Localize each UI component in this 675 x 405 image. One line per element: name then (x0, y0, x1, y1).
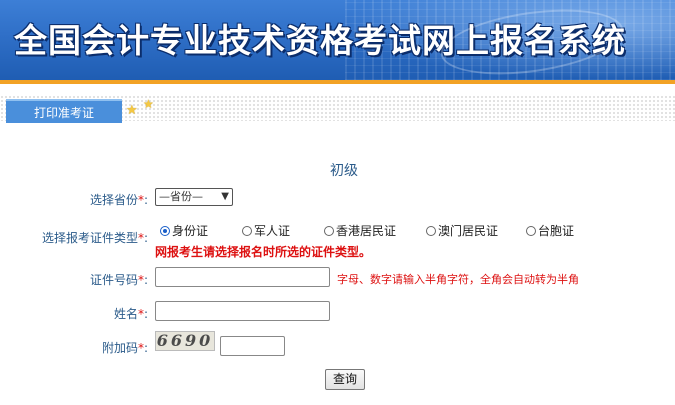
radio-button-selected[interactable] (160, 226, 170, 236)
radio-taiwan-compatriot[interactable]: 台胞证 (526, 222, 574, 239)
radio-macau-resident[interactable]: 澳门居民证 (426, 222, 498, 239)
radio-button[interactable] (324, 226, 334, 236)
tab-print-admission-ticket[interactable]: 打印准考证 (6, 99, 122, 123)
name-label: 姓名*: (113, 307, 148, 321)
radio-hong-kong-resident[interactable]: 香港居民证 (324, 222, 396, 239)
captcha-image[interactable]: 6690 (155, 331, 215, 351)
radio-button[interactable] (526, 226, 536, 236)
captcha-input[interactable] (220, 336, 285, 356)
id-number-label: 证件号码*: (89, 273, 148, 287)
star-icon: ★ (143, 97, 154, 111)
id-number-input[interactable] (155, 267, 330, 287)
site-title: 全国会计专业技术资格考试网上报名系统 (14, 21, 626, 60)
radio-button[interactable] (242, 226, 252, 236)
captcha-label: 附加码*: (101, 341, 148, 355)
radio-id-card[interactable]: 身份证 (160, 222, 208, 239)
id-type-label: 选择报考证件类型*: (41, 231, 148, 245)
province-select-value: —省份— (159, 190, 203, 203)
id-number-hint: 字母、数字请输入半角字符，全角会自动转为半角 (337, 273, 579, 286)
star-icon: ★ (126, 103, 138, 118)
header-divider (0, 80, 675, 84)
province-label: 选择省份*: (89, 193, 148, 207)
header-banner: 全国会计专业技术资格考试网上报名系统 (0, 0, 675, 80)
name-input[interactable] (155, 301, 330, 321)
radio-military-id[interactable]: 军人证 (242, 222, 290, 239)
exam-level-heading: 初级 (330, 163, 358, 179)
id-type-note: 网报考生请选择报名时所选的证件类型。 (155, 245, 372, 259)
chevron-down-icon: ▼ (221, 191, 229, 202)
radio-button[interactable] (426, 226, 436, 236)
province-select[interactable]: —省份— ▼ (155, 188, 233, 206)
query-button[interactable]: 查询 (325, 369, 365, 390)
